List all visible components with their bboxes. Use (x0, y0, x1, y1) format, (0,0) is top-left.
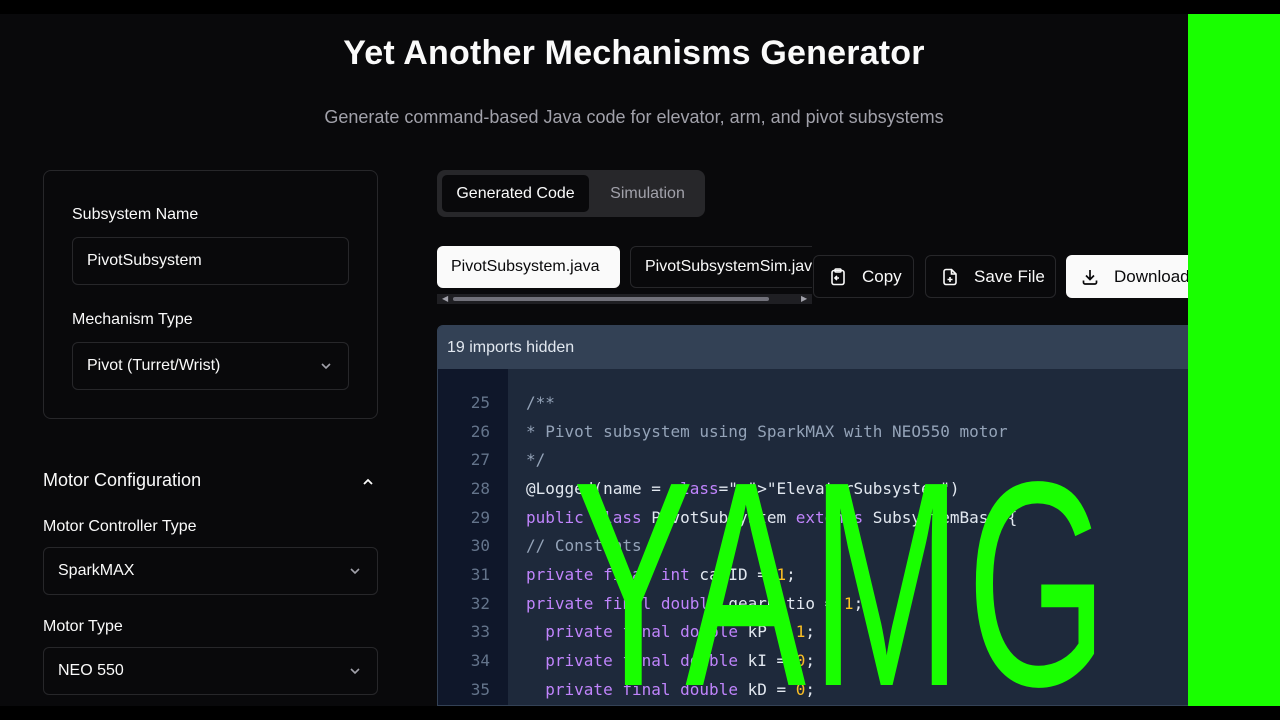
code-line: 29 public class PivotSubsystem extends Su… (438, 503, 1196, 532)
scrollbar-thumb[interactable] (453, 297, 769, 301)
code-text: private final double kD = 0; (545, 679, 816, 699)
download-label: Download (1114, 266, 1188, 286)
mechanism-type-label: Mechanism Type (72, 311, 193, 328)
bottom-black-bar (0, 706, 1280, 720)
motor-type-select[interactable]: NEO 550 (43, 647, 378, 695)
code-line: 28 @Logged(name = class="s">"ElevatorSubs… (438, 474, 1196, 503)
file-tabs: PivotSubsystem.java PivotSubsystemSim.ja… (437, 246, 812, 306)
imports-hidden-label: 19 imports hidden (447, 338, 575, 356)
line-number: 27 (470, 450, 490, 470)
code-line: 26 * Pivot subsystem using SparkMAX with … (438, 417, 1196, 446)
line-number: 32 (470, 593, 490, 613)
line-number: 25 (470, 392, 490, 412)
chevron-down-icon (350, 568, 360, 575)
chevron-down-icon (350, 668, 360, 675)
view-tabs: Generated Code Simulation (437, 170, 705, 217)
code-text: public class PivotSubsystem extends Subs… (526, 507, 1018, 527)
code-viewer: 19 imports hidden 25 /** 26 * Pivot subsys… (437, 325, 1197, 706)
file-tab-pivot-subsystem-sim[interactable]: PivotSubsystemSim.java (630, 246, 812, 288)
code-text: // Constants (526, 536, 642, 556)
clipboard-icon (831, 267, 845, 285)
chevron-up-icon[interactable] (360, 474, 376, 490)
code-line: 27 */ (438, 445, 1196, 474)
imports-hidden-toggle[interactable]: 19 imports hidden (438, 326, 1196, 369)
motor-controller-label: Motor Controller Type (43, 518, 197, 535)
motor-controller-value: SparkMAX (58, 562, 135, 579)
motor-type-value: NEO 550 (58, 662, 124, 679)
line-number: 29 (470, 507, 490, 527)
code-line: 30 // Constants (438, 531, 1196, 560)
save-file-button[interactable]: Save File (925, 255, 1056, 298)
download-icon (1082, 269, 1098, 285)
code-text: /** (526, 392, 555, 412)
file-tab-pivot-subsystem[interactable]: PivotSubsystem.java (437, 246, 620, 288)
code-text: @Logged(name = class="s">"ElevatorSubsys… (526, 478, 960, 498)
top-black-bar (0, 0, 1280, 14)
subsystem-name-input[interactable]: PivotSubsystem (72, 237, 349, 285)
file-tabs-scrollbar[interactable]: ◀ ▶ (437, 294, 812, 304)
code-text: private final int canID = 1; (526, 564, 796, 584)
download-button[interactable]: Download (1066, 255, 1188, 298)
line-number: 30 (470, 536, 490, 556)
line-number: 34 (470, 651, 490, 671)
save-file-label: Save File (974, 266, 1045, 286)
motor-type-label: Motor Type (43, 618, 123, 635)
code-text: */ (526, 450, 546, 470)
code-line: 32 private final double gearRatio = 1; (438, 589, 1196, 618)
code-text: private final double kP = 1; (545, 622, 816, 642)
code-line: 25 /** (438, 388, 1196, 417)
mechanism-type-select[interactable]: Pivot (Turret/Wrist) (72, 342, 349, 390)
chevron-down-icon (321, 363, 331, 370)
subsystem-name-label: Subsystem Name (72, 206, 199, 223)
subsystem-name-value: PivotSubsystem (87, 252, 202, 269)
line-number: 26 (470, 421, 490, 441)
mechanism-type-value: Pivot (Turret/Wrist) (87, 357, 221, 374)
code-line: 35 private final double kD = 0; (438, 675, 1196, 704)
page-subtitle: Generate command-based Java code for ele… (324, 107, 944, 127)
code-lines: 25 /** 26 * Pivot subsystem using SparkMAX… (438, 388, 1196, 704)
code-text: * Pivot subsystem using SparkMAX with NE… (526, 421, 1008, 441)
code-line: 31 private final int canID = 1; (438, 560, 1196, 589)
page-title: Yet Another Mechanisms Generator (343, 34, 925, 72)
code-line: 34 private final double kI = 0; (438, 646, 1196, 675)
scroll-right-icon[interactable]: ▶ (801, 294, 807, 304)
line-number: 28 (470, 478, 490, 498)
green-screen-bar (1188, 14, 1280, 706)
line-number: 35 (470, 679, 490, 699)
tab-generated-code[interactable]: Generated Code (442, 175, 589, 212)
copy-label: Copy (862, 266, 902, 286)
tab-simulation[interactable]: Simulation (595, 175, 700, 212)
file-plus-icon (943, 268, 957, 285)
code-text: private final double kI = 0; (545, 651, 816, 671)
scroll-left-icon[interactable]: ◀ (442, 294, 448, 304)
code-line: 33 private final double kP = 1; (438, 618, 1196, 647)
line-number: 31 (470, 564, 490, 584)
motor-controller-select[interactable]: SparkMAX (43, 547, 378, 595)
code-text: private final double gearRatio = 1; (526, 593, 864, 613)
motor-config-section-title[interactable]: Motor Configuration (43, 470, 201, 491)
line-number: 33 (470, 622, 490, 642)
copy-button[interactable]: Copy (813, 255, 914, 298)
